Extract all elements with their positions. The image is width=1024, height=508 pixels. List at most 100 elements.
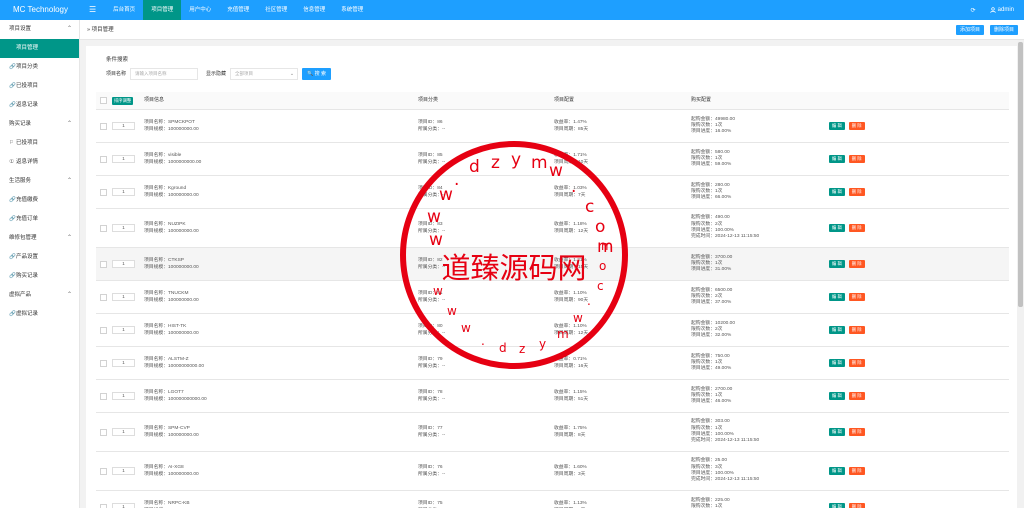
sidebar-group[interactable]: 项目设置 ⌃ — [0, 20, 79, 39]
select-all-checkbox[interactable] — [100, 97, 107, 104]
sort-input[interactable]: 1 — [112, 224, 135, 232]
project-id: 项目ID：78 — [418, 390, 443, 395]
sort-input[interactable]: 1 — [112, 359, 135, 367]
sort-input[interactable]: 1 — [112, 392, 135, 400]
edit-button[interactable]: 编 辑 — [829, 260, 845, 268]
sidebar-item[interactable]: 项目管理 — [0, 39, 79, 58]
sidebar-item[interactable]: 🔗虚拟记录 — [0, 305, 79, 324]
user-menu[interactable]: admin — [989, 7, 1014, 13]
row-checkbox[interactable] — [100, 467, 107, 475]
row-checkbox[interactable] — [100, 155, 107, 163]
edit-button[interactable]: 编 辑 — [829, 428, 845, 436]
project-cycle: 项目周期：10天 — [554, 160, 589, 165]
project-cycle: 项目周期：90天 — [554, 298, 589, 303]
project-name-input[interactable]: 请输入项目名称 — [130, 67, 199, 80]
sidebar-item-label: 虚拟记录 — [16, 311, 39, 317]
chevron-up-icon: ⌃ — [66, 292, 72, 298]
sort-input[interactable]: 1 — [112, 155, 135, 163]
project-name: 项目名称：ALSTM-Z — [144, 357, 189, 362]
project-category: 所属分类：-- — [418, 127, 446, 132]
row-checkbox[interactable] — [100, 359, 107, 367]
sidebar-item[interactable]: ① 返息详情 — [0, 153, 79, 172]
delete-button[interactable]: 删 除 — [848, 122, 865, 130]
sidebar-group[interactable]: 虚拟产品 ⌃ — [0, 286, 79, 305]
sidebar-item[interactable]: 🔗项目分类 — [0, 58, 79, 77]
sidebar-item[interactable]: ⚐ 已投项目 — [0, 134, 79, 153]
row-checkbox[interactable] — [100, 260, 107, 268]
sort-input[interactable]: 1 — [112, 122, 135, 130]
scrollbar-thumb[interactable] — [1018, 42, 1023, 307]
edit-button[interactable]: 编 辑 — [829, 392, 845, 400]
add-project-button[interactable]: 添加项目 — [955, 25, 984, 35]
top-nav-item[interactable]: 项目管理 — [143, 0, 182, 20]
top-nav-item[interactable]: 后台首页 — [105, 0, 143, 20]
delete-button[interactable]: 删 除 — [848, 224, 865, 232]
edit-button[interactable]: 编 辑 — [829, 326, 845, 334]
edit-button[interactable]: 编 辑 — [829, 155, 845, 163]
sort-input[interactable]: 1 — [112, 293, 135, 301]
row-checkbox[interactable] — [100, 122, 107, 130]
edit-button[interactable]: 编 辑 — [829, 188, 845, 196]
delete-button[interactable]: 删 除 — [848, 293, 865, 301]
sidebar-item[interactable]: 🔗充值缴费 — [0, 191, 79, 210]
sidebar-item[interactable]: 🔗已投项目 — [0, 77, 79, 96]
row-checkbox[interactable] — [100, 428, 107, 436]
sort-input[interactable]: 1 — [112, 428, 135, 436]
sort-input[interactable]: 1 — [112, 326, 135, 334]
menu-toggle-icon[interactable]: ☰ — [80, 0, 105, 20]
search-button[interactable]: 🔍 搜 索 — [302, 67, 332, 80]
show-select[interactable]: 全部项目 ⌄ — [230, 67, 299, 80]
top-nav-item[interactable]: 用户中心 — [181, 0, 219, 20]
delete-button[interactable]: 删 除 — [848, 260, 865, 268]
sort-adjust-button[interactable]: 排序调整 — [112, 96, 134, 105]
delete-button[interactable]: 删 除 — [848, 188, 865, 196]
sidebar-group[interactable]: 购买记录 ⌃ — [0, 115, 79, 134]
delete-button[interactable]: 删 除 — [848, 155, 865, 163]
delete-button[interactable]: 删 除 — [848, 359, 865, 367]
edit-button[interactable]: 编 辑 — [829, 293, 845, 301]
sidebar-item[interactable]: 🔗产品设置 — [0, 248, 79, 267]
row-checkbox[interactable] — [100, 326, 107, 334]
top-nav-item[interactable]: 社区管理 — [257, 0, 295, 20]
edit-button[interactable]: 编 辑 — [829, 122, 845, 130]
sort-input[interactable]: 1 — [112, 188, 135, 196]
sidebar-item-label: 项目管理 — [16, 45, 39, 51]
row-checkbox[interactable] — [100, 503, 107, 508]
sort-input[interactable]: 1 — [112, 260, 135, 268]
sidebar-group[interactable]: 生活服务 ⌃ — [0, 172, 79, 191]
delete-project-button[interactable]: 删除项目 — [989, 25, 1018, 35]
top-nav-item[interactable]: 充值管理 — [219, 0, 257, 20]
project-rate: 收益率：1.10% — [554, 291, 587, 296]
refresh-icon[interactable]: ⟳ — [971, 7, 976, 14]
top-bar: MC Technology ☰ 后台首页 项目管理 用户中心 充值管理 社区管理 信息管理… — [0, 0, 1024, 20]
delete-button[interactable]: 删 除 — [848, 467, 865, 475]
delete-button[interactable]: 删 除 — [848, 392, 865, 400]
top-nav-item[interactable]: 系统管理 — [333, 0, 371, 20]
row-checkbox[interactable] — [100, 224, 107, 232]
sidebar-item[interactable]: 🔗充值订单 — [0, 210, 79, 229]
name-label: 项目名称 — [106, 71, 127, 77]
project-id: 项目ID：82 — [418, 258, 443, 263]
top-right: ⟳ admin — [971, 0, 1014, 20]
table-row: 1 项目名称：AI-XG8 项目规模：100000000.00 项目ID：76 所属… — [96, 452, 1009, 491]
brand-logo[interactable]: MC Technology — [0, 0, 80, 20]
delete-button[interactable]: 删 除 — [848, 428, 865, 436]
edit-button[interactable]: 编 辑 — [829, 224, 845, 232]
row-checkbox[interactable] — [100, 392, 107, 400]
row-checkbox[interactable] — [100, 188, 107, 196]
edit-button[interactable]: 编 辑 — [829, 503, 845, 508]
sort-input[interactable]: 1 — [112, 467, 135, 475]
table-row: 1 项目名称：ALSTM-Z 项目规模：10000000000.00 项目ID：7… — [96, 347, 1009, 380]
edit-button[interactable]: 编 辑 — [829, 359, 845, 367]
table-row: 1 项目名称：SPM-CVP 项目规模：100000000.00 项目ID：77 所… — [96, 413, 1009, 452]
row-checkbox[interactable] — [100, 293, 107, 301]
delete-button[interactable]: 删 除 — [848, 503, 865, 508]
sort-input[interactable]: 1 — [112, 503, 135, 508]
sidebar-item[interactable]: 🔗购买记录 — [0, 267, 79, 286]
delete-button[interactable]: 删 除 — [848, 326, 865, 334]
sidebar-group[interactable]: 维修包管理 ⌃ — [0, 229, 79, 248]
top-nav-item[interactable]: 信息管理 — [295, 0, 333, 20]
sidebar-item[interactable]: 🔗返息记录 — [0, 96, 79, 115]
edit-button[interactable]: 编 辑 — [829, 467, 845, 475]
page-scrollbar[interactable] — [1017, 40, 1024, 508]
